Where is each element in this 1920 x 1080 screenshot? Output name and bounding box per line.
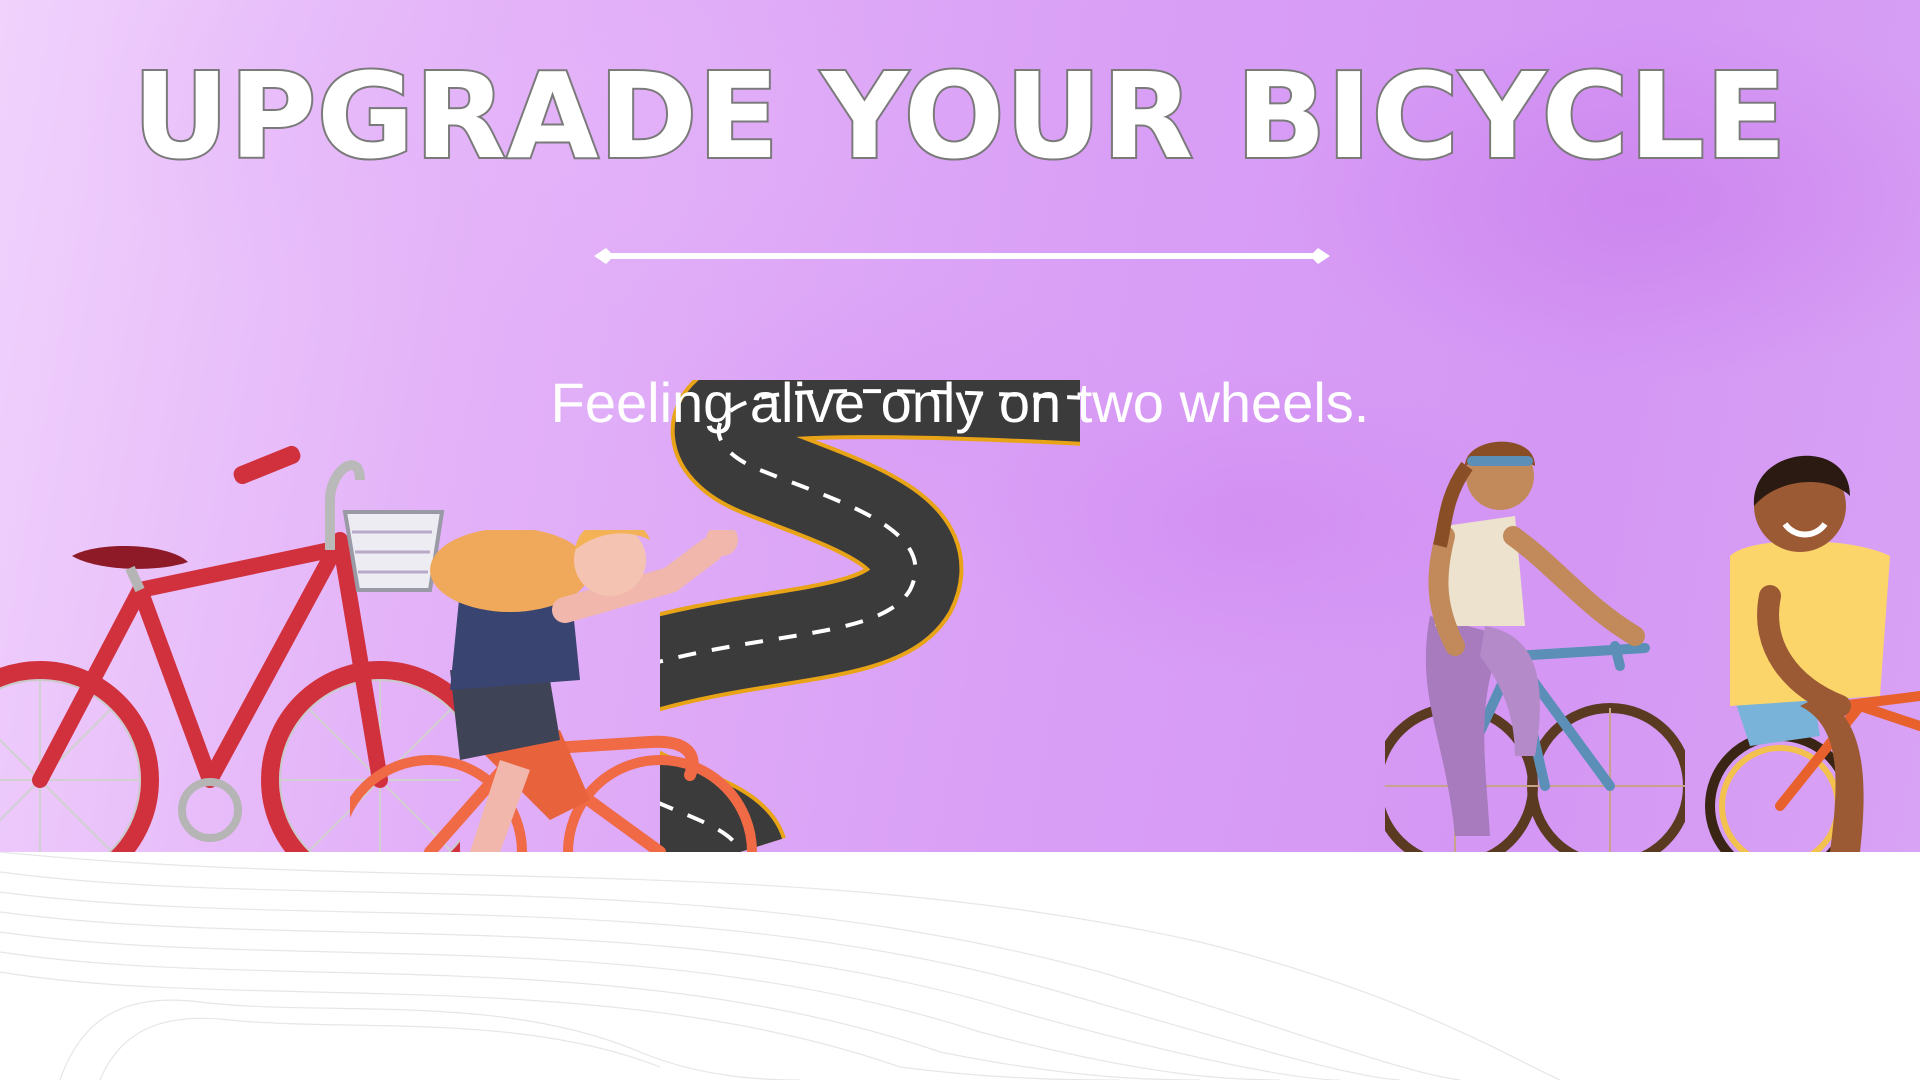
divider-line	[594, 248, 1330, 264]
background-wave-pattern	[0, 852, 1561, 1080]
tagline: Feeling alive only on two wheels.	[550, 371, 1370, 434]
hero-banner: UPGRADE YOUR BICYCLE Feeling alive only …	[0, 0, 1920, 852]
man-cyclist-icon	[1705, 455, 1920, 852]
woman-cyclist-icon	[1385, 441, 1685, 852]
waving-cyclist-icon	[350, 530, 757, 852]
page-title: UPGRADE YOUR BICYCLE	[131, 47, 1788, 185]
